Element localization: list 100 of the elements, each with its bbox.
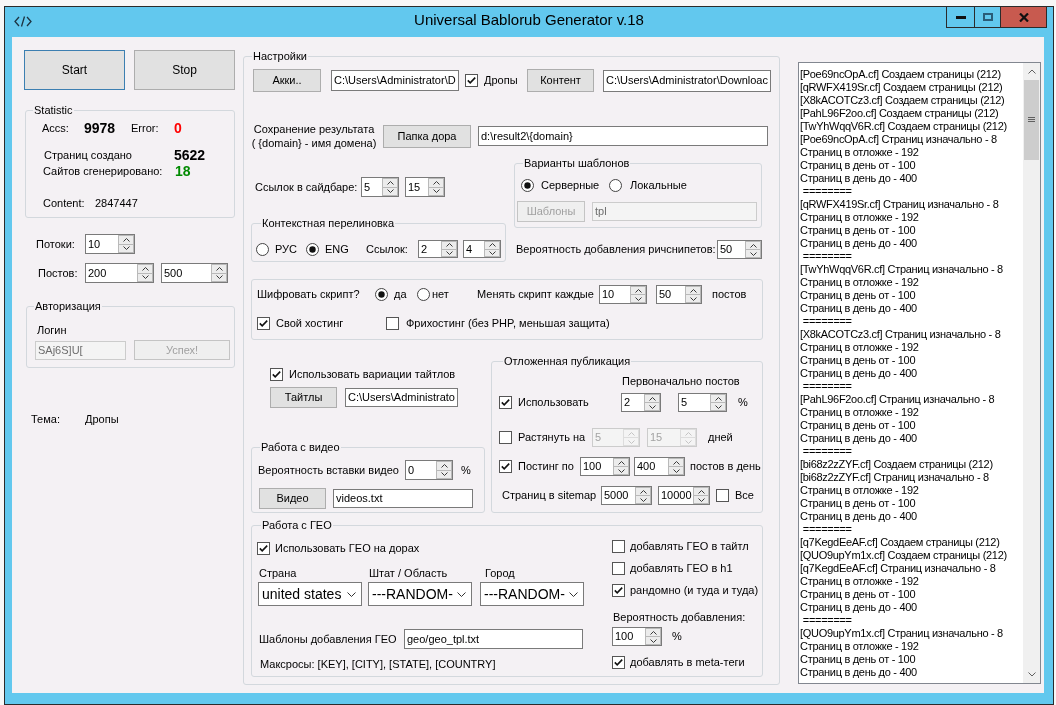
folder-button[interactable]: Папка дора <box>383 124 471 148</box>
path-field[interactable]: C:\Users\Administrator\Downloac <box>603 69 771 92</box>
spin-up-button[interactable] <box>436 461 452 471</box>
path-field[interactable]: videos.txt <box>333 489 473 508</box>
number-spinner[interactable]: 50 <box>656 285 702 304</box>
dropdown[interactable]: united states <box>258 582 362 606</box>
radio-button[interactable] <box>375 288 388 301</box>
number-spinner[interactable]: 0 <box>405 460 453 480</box>
spin-down-button[interactable] <box>644 403 660 411</box>
spin-up-button[interactable] <box>644 394 660 403</box>
spin-up-button[interactable] <box>613 458 629 467</box>
spin-up-button[interactable] <box>484 241 500 250</box>
log-line: [TwYhWqqV6R.cf] Создаем страницы (212) <box>800 120 1007 133</box>
spin-down-button[interactable] <box>668 467 684 475</box>
number-spinner[interactable]: 200 <box>85 263 154 283</box>
spin-down-button[interactable] <box>436 470 452 479</box>
spin-down-button[interactable] <box>685 295 701 303</box>
spin-down-button[interactable] <box>137 273 153 282</box>
number-spinner[interactable]: 4 <box>463 240 501 258</box>
accounts-button[interactable]: Акки.. <box>253 69 321 92</box>
spin-down-button[interactable] <box>211 273 227 282</box>
number-spinner[interactable]: 15 <box>405 177 445 197</box>
spin-up-button[interactable] <box>137 264 153 274</box>
spin-down-button[interactable] <box>382 187 398 196</box>
spin-up-button[interactable] <box>710 394 726 403</box>
checkbox[interactable] <box>499 460 512 473</box>
label: Постов: <box>38 266 79 280</box>
spin-up-button[interactable] <box>685 286 701 295</box>
checkbox[interactable] <box>612 562 625 575</box>
number-spinner[interactable]: 100 <box>580 457 630 476</box>
spin-up-button[interactable] <box>635 487 651 496</box>
spin-up-button[interactable] <box>668 458 684 467</box>
number-spinner[interactable]: 100 <box>612 627 662 646</box>
stat-value: 18 <box>175 164 191 178</box>
number-spinner[interactable]: 10 <box>85 234 135 254</box>
spin-up-button[interactable] <box>693 487 709 496</box>
number-spinner[interactable]: 50 <box>717 240 762 259</box>
start-button[interactable]: Start <box>24 50 125 90</box>
content-button[interactable]: Контент <box>527 69 594 92</box>
radio-button[interactable] <box>521 178 534 192</box>
checkbox[interactable] <box>612 656 625 669</box>
chevron-up-icon <box>648 396 656 401</box>
spin-down-button[interactable] <box>630 295 646 303</box>
dropdown[interactable]: ---RANDOM- <box>368 582 472 606</box>
scrollbar[interactable] <box>1023 63 1040 683</box>
spin-down-button[interactable] <box>441 249 457 257</box>
spin-up-button[interactable] <box>645 628 661 637</box>
spin-down-button[interactable] <box>710 403 726 411</box>
radio-button[interactable] <box>256 242 269 256</box>
minimize-button[interactable] <box>946 7 974 28</box>
spin-down-button[interactable] <box>745 250 761 258</box>
checkbox[interactable] <box>612 584 625 597</box>
spin-up-button[interactable] <box>630 286 646 295</box>
code-icon <box>14 16 32 27</box>
radio-button[interactable] <box>417 288 430 301</box>
dropdown[interactable]: ---RANDOM- <box>480 582 584 606</box>
spin-up-button[interactable] <box>382 178 398 188</box>
number-spinner[interactable]: 2 <box>621 393 661 412</box>
number-spinner[interactable]: 5 <box>361 177 399 197</box>
spin-up-button[interactable] <box>441 241 457 250</box>
spin-down-button[interactable] <box>693 496 709 504</box>
number-spinner[interactable]: 5 <box>678 393 727 412</box>
checkbox[interactable] <box>612 540 625 553</box>
number-spinner[interactable]: 500 <box>161 263 228 283</box>
checkbox[interactable] <box>716 489 729 502</box>
number-spinner[interactable]: 2 <box>418 240 458 258</box>
spin-down-button[interactable] <box>428 187 444 196</box>
stop-button[interactable]: Stop <box>134 50 235 90</box>
spin-down-button[interactable] <box>613 467 629 475</box>
number-spinner[interactable]: 10000 <box>658 486 710 505</box>
checkbox[interactable] <box>465 74 478 87</box>
chevron-down-icon <box>672 468 680 473</box>
checkbox[interactable] <box>257 542 270 555</box>
titles-button[interactable]: Тайтлы <box>270 387 337 408</box>
path-field[interactable]: C:\Users\Administrato <box>345 388 458 407</box>
number-spinner[interactable]: 10 <box>599 285 647 304</box>
spin-down-button[interactable] <box>635 496 651 504</box>
number-spinner[interactable]: 5000 <box>601 486 652 505</box>
spin-up-button[interactable] <box>118 235 134 245</box>
checkbox[interactable] <box>386 317 399 330</box>
checkbox[interactable] <box>257 317 270 330</box>
spin-up-button[interactable] <box>428 178 444 188</box>
scroll-thumb[interactable] <box>1024 80 1039 160</box>
spin-up-button[interactable] <box>745 241 761 250</box>
checkbox[interactable] <box>499 396 512 409</box>
radio-button[interactable] <box>609 178 622 192</box>
spin-down-button[interactable] <box>118 244 134 253</box>
path-field[interactable]: C:\Users\Administrator\D <box>331 70 459 91</box>
checkbox[interactable] <box>270 368 283 381</box>
log-line: Страниц в день до - 400 <box>800 367 917 380</box>
video-button[interactable]: Видео <box>259 488 326 509</box>
log-line: [qRWFX419Sr.cf] Страниц изначально - 8 <box>800 198 999 211</box>
number-spinner[interactable]: 400 <box>634 457 685 476</box>
spin-down-button[interactable] <box>645 637 661 645</box>
spin-up-button[interactable] <box>211 264 227 274</box>
path-field[interactable]: d:\result2\{domain} <box>478 126 768 146</box>
spin-down-button[interactable] <box>484 249 500 257</box>
path-field[interactable]: geo/geo_tpl.txt <box>404 629 583 649</box>
radio-button[interactable] <box>306 242 319 256</box>
close-button[interactable] <box>1000 7 1047 28</box>
